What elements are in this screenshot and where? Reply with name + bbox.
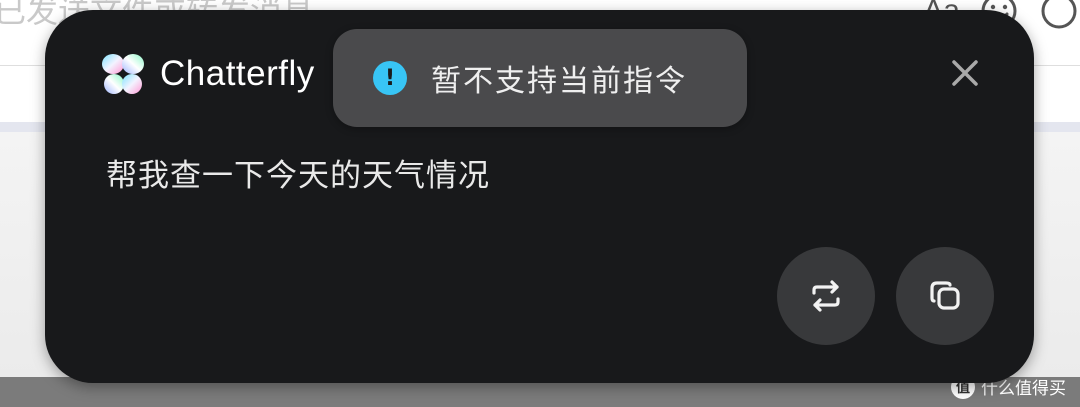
unsupported-command-toast: ! 暂不支持当前指令 xyxy=(333,29,747,127)
close-icon xyxy=(952,60,978,86)
recognized-command-text: 帮我查一下今天的天气情况 xyxy=(106,158,490,194)
close-button[interactable] xyxy=(945,53,985,93)
copy-button[interactable] xyxy=(896,247,994,345)
butterfly-logo-icon xyxy=(102,54,144,94)
repeat-button[interactable] xyxy=(777,247,875,345)
brand-name: Chatterfly xyxy=(160,54,315,93)
toast-text: 暂不支持当前指令 xyxy=(431,64,687,99)
repeat-icon xyxy=(812,280,840,312)
copy-icon xyxy=(930,281,960,310)
more-icon[interactable] xyxy=(1038,0,1080,32)
info-icon: ! xyxy=(373,61,407,95)
brand: Chatterfly xyxy=(100,52,315,96)
